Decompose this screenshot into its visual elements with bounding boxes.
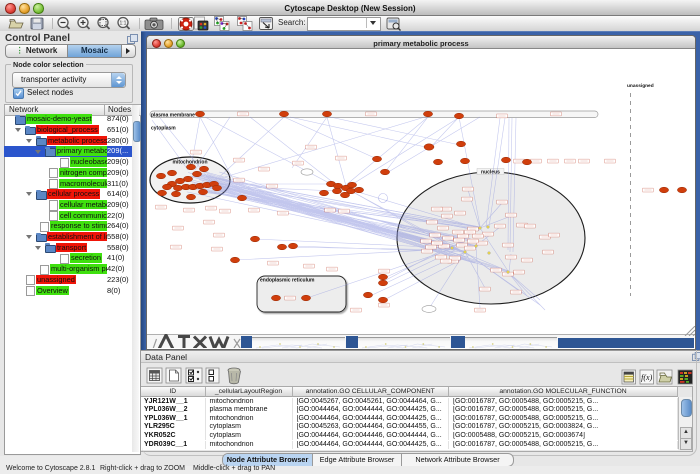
- svg-text:endoplasmic reticulum: endoplasmic reticulum: [260, 278, 315, 284]
- svg-text:cytoplasm: cytoplasm: [151, 126, 176, 132]
- svg-text:unassigned: unassigned: [627, 83, 654, 89]
- svg-text:plasma membrane: plasma membrane: [151, 112, 195, 118]
